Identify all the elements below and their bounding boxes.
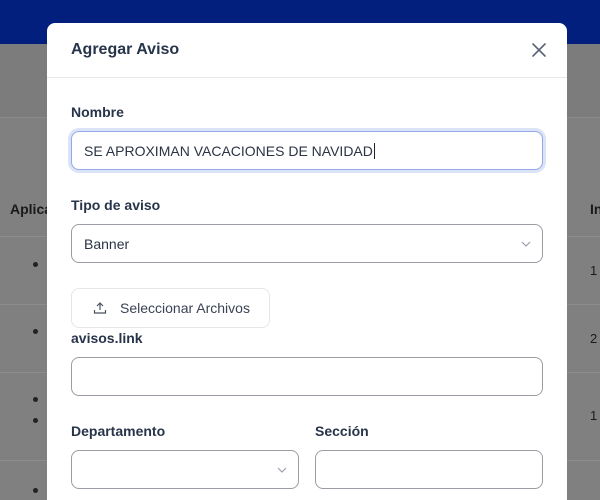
seccion-input[interactable] (315, 450, 543, 489)
seccion-label: Sección (315, 423, 369, 439)
table-header-in: In (590, 201, 600, 217)
table-header-aplica: Aplica (10, 201, 53, 217)
list-bullet (33, 397, 38, 402)
upload-icon (93, 302, 107, 314)
add-notice-modal: Agregar Aviso Nombre SE APROXIMAN VACACI… (47, 23, 567, 500)
list-bullet (33, 418, 38, 423)
list-bullet (33, 262, 38, 267)
list-bullet (33, 329, 38, 334)
nombre-label: Nombre (71, 104, 124, 120)
table-cell-number: 1 (590, 408, 598, 423)
close-button[interactable] (529, 40, 549, 60)
modal-title: Agregar Aviso (71, 41, 180, 58)
tipo-aviso-selected-value: Banner (84, 235, 130, 252)
departamento-label: Departamento (71, 423, 166, 439)
close-icon (532, 43, 546, 57)
select-files-label: Seleccionar Archivos (120, 300, 250, 316)
link-input[interactable] (71, 357, 543, 396)
link-label: avisos.link (71, 330, 143, 346)
chevron-down-icon (277, 467, 287, 473)
text-caret (373, 142, 375, 159)
nombre-input-value: SE APROXIMAN VACACIONES DE NAVIDAD (84, 142, 373, 159)
table-cell-number: 1 (590, 263, 598, 278)
nombre-input[interactable]: SE APROXIMAN VACACIONES DE NAVIDAD (71, 131, 543, 170)
departamento-select[interactable] (71, 450, 299, 489)
tipo-aviso-select[interactable]: Banner (71, 224, 543, 263)
chevron-down-icon (521, 241, 531, 247)
table-cell-number: 2 (590, 331, 598, 346)
list-bullet (33, 488, 38, 493)
modal-header: Agregar Aviso (47, 23, 567, 78)
tipo-aviso-label: Tipo de aviso (71, 197, 161, 213)
select-files-button[interactable]: Seleccionar Archivos (71, 288, 270, 328)
